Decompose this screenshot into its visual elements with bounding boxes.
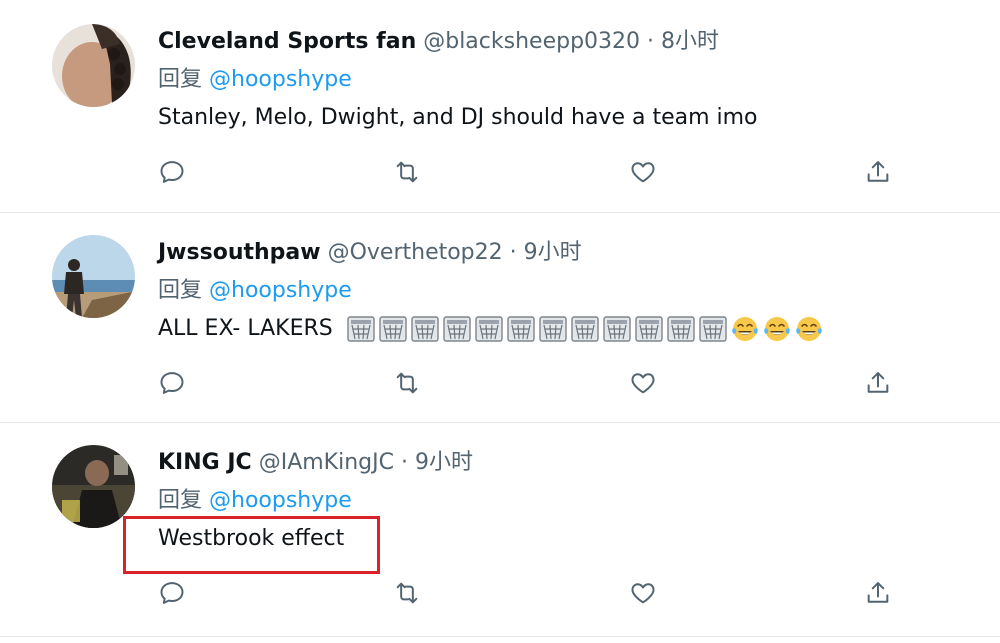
like-button[interactable] [626, 366, 660, 400]
separator-dot: · [647, 29, 655, 54]
user-handle[interactable]: @blacksheepp0320 [423, 29, 640, 54]
user-handle[interactable]: @IAmKingJC [259, 450, 394, 475]
reply-mention-link[interactable]: @hoopshype [209, 278, 352, 303]
share-icon [867, 161, 889, 182]
like-icon [631, 373, 655, 394]
reply-line: 回复 @hoopshype [158, 276, 352, 306]
share-button[interactable] [861, 155, 895, 189]
like-icon [631, 162, 655, 183]
separator-dot: · [509, 240, 517, 265]
tweet-text: Stanley, Melo, Dwight, and DJ should hav… [158, 105, 758, 130]
tweet-1[interactable]: Cleveland Sports fan @blacksheepp0320 · … [0, 0, 1000, 212]
highlight-box [123, 516, 380, 574]
like-button[interactable] [626, 155, 660, 189]
reply-line: 回复 @hoopshype [158, 486, 352, 516]
retweet-icon [396, 372, 418, 394]
reply-prefix: 回复 [158, 278, 203, 303]
timestamp[interactable]: 9小时 [415, 450, 473, 475]
tweet-text-content: ALL EX- LAKERS [158, 316, 333, 341]
separator-dot: · [400, 450, 408, 475]
share-button[interactable] [861, 366, 895, 400]
reply-button[interactable] [155, 155, 189, 189]
like-button[interactable] [626, 576, 660, 610]
reply-line: 回复 @hoopshype [158, 65, 352, 95]
share-button[interactable] [861, 576, 895, 610]
tears-of-joy-emoji-icon [795, 317, 822, 341]
retweet-icon [396, 582, 418, 604]
basketball-hoop-emoji-icon [635, 316, 663, 342]
basketball-hoop-emoji-icon [667, 316, 695, 342]
retweet-icon [396, 161, 418, 183]
basketball-hoop-emoji-icon [475, 316, 503, 342]
retweet-button[interactable] [390, 155, 424, 189]
reply-icon [160, 582, 184, 604]
tweet-text: ALL EX- LAKERS [158, 314, 826, 344]
timestamp[interactable]: 9小时 [524, 240, 582, 265]
emoji-row [346, 314, 826, 344]
avatar-beach-person-icon [52, 235, 135, 318]
display-name[interactable]: Cleveland Sports fan [158, 29, 416, 54]
tweet-divider [0, 636, 1000, 637]
retweet-button[interactable] [390, 576, 424, 610]
basketball-hoop-emoji-icon [411, 316, 439, 342]
tears-of-joy-emoji-icon [763, 317, 790, 341]
tweet-header: Jwssouthpaw @Overthetop22 · 9小时 [158, 238, 582, 268]
basketball-hoop-emoji-icon [603, 316, 631, 342]
basketball-hoop-emoji-icon [571, 316, 599, 342]
reply-button[interactable] [155, 576, 189, 610]
basketball-hoop-emoji-icon [539, 316, 567, 342]
tweet-header: Cleveland Sports fan @blacksheepp0320 · … [158, 27, 719, 57]
retweet-button[interactable] [390, 366, 424, 400]
basketball-hoop-emoji-icon [699, 316, 727, 342]
reply-icon [160, 161, 184, 183]
display-name[interactable]: Jwssouthpaw [158, 240, 321, 265]
tears-of-joy-emoji-icon [731, 317, 758, 341]
basketball-hoop-emoji-icon [347, 316, 375, 342]
display-name[interactable]: KING JC [158, 450, 252, 475]
basketball-hoop-emoji-icon [443, 316, 471, 342]
share-icon [867, 582, 889, 603]
tweet-feed: Cleveland Sports fan @blacksheepp0320 · … [0, 0, 1000, 643]
tweet-2[interactable]: Jwssouthpaw @Overthetop22 · 9小时 回复 @hoop… [0, 213, 1000, 422]
user-handle[interactable]: @Overthetop22 [328, 240, 503, 265]
reply-icon [160, 372, 184, 394]
reply-button[interactable] [155, 366, 189, 400]
tweet-header: KING JC @IAmKingJC · 9小时 [158, 448, 473, 478]
like-icon [631, 583, 655, 604]
basketball-hoop-emoji-icon [507, 316, 535, 342]
avatar-2[interactable] [52, 235, 135, 318]
avatar-1[interactable] [52, 24, 135, 107]
basketball-hoop-emoji-icon [379, 316, 407, 342]
avatar-curly-hair-icon [52, 24, 135, 107]
reply-mention-link[interactable]: @hoopshype [209, 488, 352, 513]
reply-prefix: 回复 [158, 67, 203, 92]
reply-mention-link[interactable]: @hoopshype [209, 67, 352, 92]
reply-prefix: 回复 [158, 488, 203, 513]
timestamp[interactable]: 8小时 [661, 29, 719, 54]
share-icon [867, 372, 889, 393]
